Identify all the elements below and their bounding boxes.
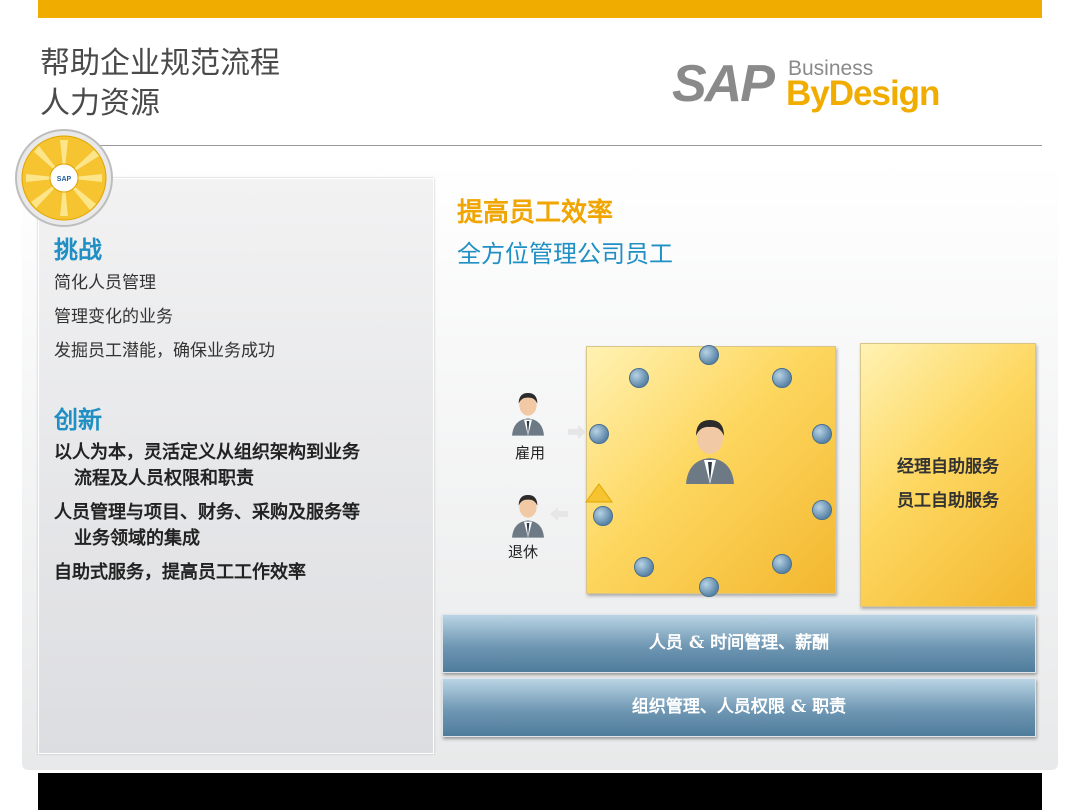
innovation-item-3: 自助式服务，提高员工工作效率: [54, 560, 306, 586]
lifecycle-dot: [629, 368, 649, 388]
innovation-item-2-line-2: 业务领域的集成: [74, 528, 200, 549]
self-service-box: 经理自助服务 员工自助服务: [860, 343, 1036, 607]
lifecycle-dot: [593, 506, 613, 526]
innovation-item-3-line-1: 自助式服务，提高员工工作效率: [54, 562, 306, 583]
employee-self-service: 员工自助服务: [897, 491, 999, 511]
bar2-label: 组织管理、人员权限 & 职责: [631, 697, 847, 717]
arrow-right-icon: [568, 425, 586, 439]
lifecycle-dot: [634, 557, 654, 577]
retire-person-icon: [512, 495, 544, 538]
challenge-heading: 挑战: [54, 235, 102, 264]
bottom-bar: [38, 773, 1042, 810]
retire-label: 退休: [508, 543, 539, 561]
manager-self-service: 经理自助服务: [897, 457, 999, 477]
challenge-item-1: 简化人员管理: [54, 273, 156, 293]
innovation-item-2-line-1: 人员管理与项目、财务、采购及服务等: [54, 502, 360, 523]
hr-time-payroll-bar: 人员 & 时间管理、薪酬: [442, 614, 1036, 673]
top-accent-bar: [38, 0, 1042, 18]
arrow-left-icon: [550, 507, 568, 521]
lifecycle-dot: [699, 345, 719, 365]
innovation-item-1: 以人为本，灵活定义从组织架构到业务 流程及人员权限和职责: [54, 440, 360, 492]
svg-text:SAP: SAP: [57, 176, 72, 183]
title-line-2: 人力资源: [40, 86, 160, 121]
logo-bydesign-text: ByDesign: [786, 74, 940, 113]
challenge-item-2: 管理变化的业务: [54, 307, 173, 327]
innovation-item-1-line-2: 流程及人员权限和职责: [74, 468, 254, 489]
subheadline: 全方位管理公司员工: [457, 240, 673, 268]
innovation-item-2: 人员管理与项目、财务、采购及服务等 业务领域的集成: [54, 500, 360, 552]
slide-title: 帮助企业规范流程 人力资源: [40, 44, 280, 124]
hire-label: 雇用: [515, 444, 546, 462]
lifecycle-dot: [812, 424, 832, 444]
sap-bydesign-logo: SAP Business ByDesign: [672, 56, 962, 116]
lifecycle-dot: [699, 577, 719, 597]
logo-sap-text: SAP: [672, 55, 775, 113]
headline: 提高员工效率: [457, 198, 614, 228]
innovation-heading: 创新: [54, 405, 102, 434]
lifecycle-dot: [812, 500, 832, 520]
process-wheel-icon: SAP: [15, 129, 113, 227]
bar1-label: 人员 & 时间管理、薪酬: [648, 633, 830, 653]
innovation-item-1-line-1: 以人为本，灵活定义从组织架构到业务: [54, 442, 360, 463]
hire-person-icon: [512, 393, 544, 436]
triangle-marker-icon: [585, 483, 613, 503]
org-management-bar: 组织管理、人员权限 & 职责: [442, 678, 1036, 737]
lifecycle-dot: [589, 424, 609, 444]
employee-person-icon: [686, 420, 734, 484]
challenge-item-3: 发掘员工潜能，确保业务成功: [54, 341, 275, 361]
header-divider: [38, 145, 1042, 146]
lifecycle-dot: [772, 368, 792, 388]
title-line-1: 帮助企业规范流程: [40, 46, 280, 81]
lifecycle-dot: [772, 554, 792, 574]
